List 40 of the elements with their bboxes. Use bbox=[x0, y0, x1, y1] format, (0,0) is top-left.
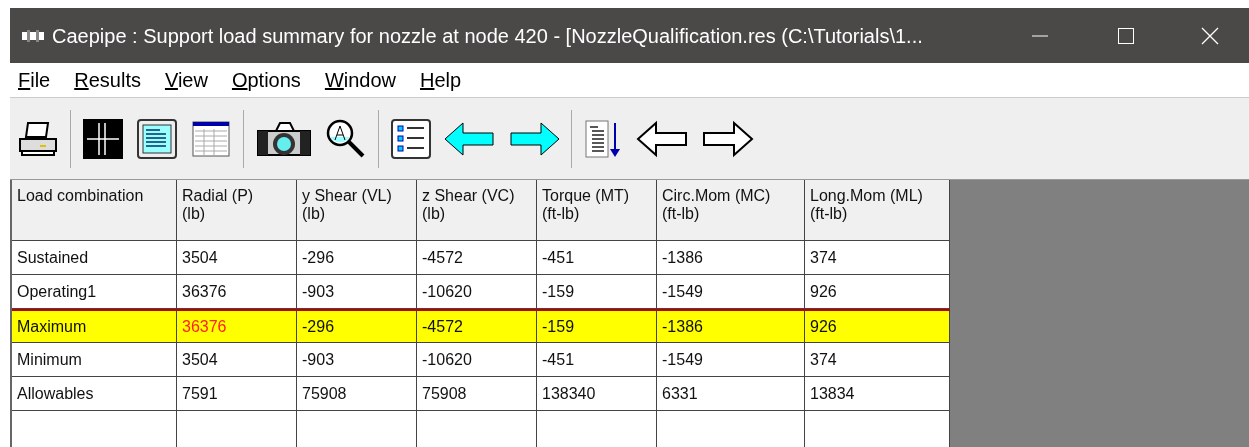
unit-label: (lb) bbox=[302, 205, 326, 223]
toolbar-button[interactable] bbox=[81, 116, 125, 161]
menu-item[interactable]: File bbox=[18, 65, 51, 95]
crosshair-icon bbox=[81, 116, 125, 161]
table-cell: 75908 bbox=[417, 377, 537, 411]
list-icon bbox=[389, 116, 433, 161]
unit-label: (lb) bbox=[422, 205, 446, 223]
app-icon bbox=[22, 29, 44, 42]
table-row[interactable]: Minimum 3504 -903 -10620 -451 -1549 374 bbox=[12, 343, 950, 377]
column-header[interactable]: Torque (MT) bbox=[542, 187, 630, 205]
menu-item[interactable]: Window bbox=[324, 65, 397, 95]
table-cell: 138340 bbox=[537, 377, 657, 411]
document-icon bbox=[135, 116, 179, 161]
unit-label: (lb) bbox=[182, 205, 206, 223]
window-title: Caepipe : Support load summary for nozzle at node 420 - [NozzleQualification.res (C:\Tutorials\1... bbox=[52, 23, 923, 49]
table-row[interactable]: Allowables 7591 75908 75908 138340 6331 13834 bbox=[12, 377, 950, 411]
column-header[interactable]: Radial (P) bbox=[182, 187, 254, 205]
column-header[interactable]: y Shear (VL) bbox=[302, 187, 392, 205]
table-cell: 13834 bbox=[805, 377, 950, 411]
table-row[interactable]: Sustained 3504 -296 -4572 -451 -1386 374 bbox=[12, 241, 950, 275]
toolbar-button[interactable] bbox=[389, 116, 433, 161]
unit-label: (ft-lb) bbox=[542, 205, 580, 223]
highlighted-row[interactable]: Maximum 36376 -296 -4572 -159 -1386 926 bbox=[12, 309, 950, 343]
menu-item[interactable]: Options bbox=[231, 65, 301, 95]
table-cell: 75908 bbox=[297, 377, 417, 411]
column-header[interactable]: z Shear (VC) bbox=[422, 187, 515, 205]
close-icon[interactable] bbox=[1201, 26, 1219, 45]
maximize-icon[interactable] bbox=[1117, 26, 1135, 45]
toolbar-button[interactable] bbox=[135, 116, 179, 161]
table-cell: 6331 bbox=[657, 377, 805, 411]
column-header[interactable]: Circ.Mom (MC) bbox=[662, 187, 771, 205]
table-row[interactable]: Operating1 36376 -903 -10620 -159 -1549 926 bbox=[12, 275, 950, 309]
menu-item[interactable]: Help bbox=[420, 65, 462, 95]
unit-label: (ft-lb) bbox=[810, 205, 848, 223]
menu-item[interactable]: Results bbox=[74, 65, 141, 95]
table-cell: Allowables bbox=[12, 377, 177, 411]
column-header[interactable]: Long.Mom (ML) bbox=[810, 187, 923, 205]
unit-label: (ft-lb) bbox=[662, 205, 700, 223]
menu-item[interactable]: View bbox=[164, 65, 208, 95]
table-cell: 7591 bbox=[177, 377, 297, 411]
